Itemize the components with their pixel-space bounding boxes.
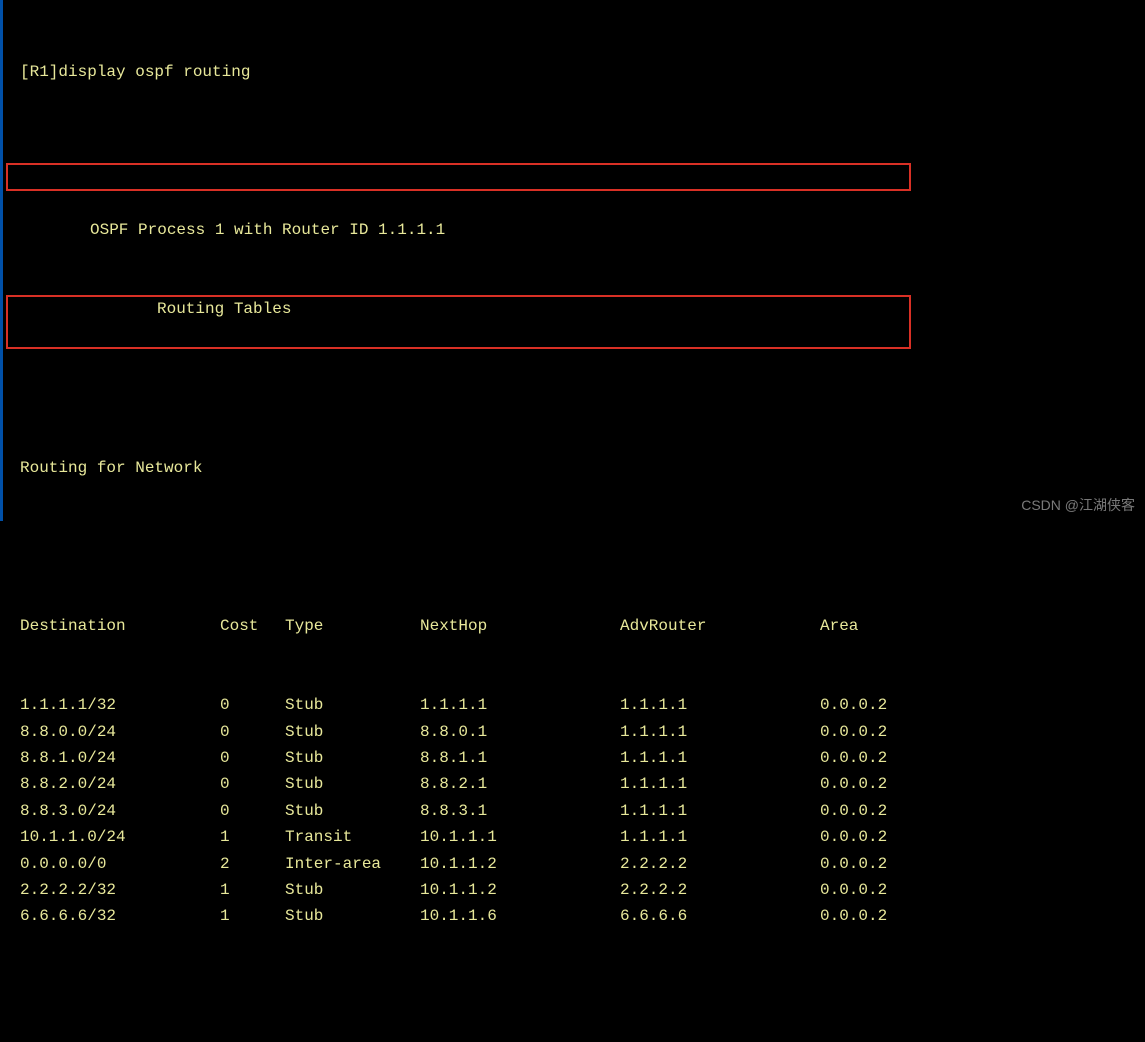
table-header-row: Destination Cost Type NextHop AdvRouter …: [20, 613, 1143, 639]
cell-advrouter: 1.1.1.1: [620, 824, 820, 850]
cell-destination: 8.8.2.0/24: [20, 771, 220, 797]
cell-nexthop: 10.1.1.2: [420, 851, 620, 877]
cell-advrouter: 1.1.1.1: [620, 745, 820, 771]
cell-nexthop: 10.1.1.6: [420, 903, 620, 929]
cell-nexthop: 1.1.1.1: [420, 692, 620, 718]
cell-area: 0.0.0.2: [820, 903, 960, 929]
cell-area: 0.0.0.2: [820, 851, 960, 877]
table-row: 8.8.3.0/240Stub8.8.3.11.1.1.10.0.0.2: [20, 798, 1143, 824]
cell-nexthop: 10.1.1.1: [420, 824, 620, 850]
table-row: 1.1.1.1/320Stub1.1.1.11.1.1.10.0.0.2: [20, 692, 1143, 718]
cell-type: Stub: [285, 877, 420, 903]
cell-cost: 0: [220, 745, 285, 771]
cell-destination: 1.1.1.1/32: [20, 692, 220, 718]
routing-table: Destination Cost Type NextHop AdvRouter …: [2, 560, 1143, 982]
col-header-cost: Cost: [220, 613, 285, 639]
cell-advrouter: 6.6.6.6: [620, 903, 820, 929]
cell-destination: 0.0.0.0/0: [20, 851, 220, 877]
col-header-nexthop: NextHop: [420, 613, 620, 639]
cell-type: Stub: [285, 692, 420, 718]
cell-advrouter: 1.1.1.1: [620, 771, 820, 797]
cell-type: Stub: [285, 798, 420, 824]
table-row: 10.1.1.0/241Transit10.1.1.11.1.1.10.0.0.…: [20, 824, 1143, 850]
cell-advrouter: 1.1.1.1: [620, 719, 820, 745]
col-header-type: Type: [285, 613, 420, 639]
cell-area: 0.0.0.2: [820, 877, 960, 903]
cell-advrouter: 2.2.2.2: [620, 877, 820, 903]
cell-cost: 0: [220, 798, 285, 824]
table-row: 0.0.0.0/02Inter-area10.1.1.22.2.2.20.0.0…: [20, 851, 1143, 877]
table-row: 8.8.1.0/240Stub8.8.1.11.1.1.10.0.0.2: [20, 745, 1143, 771]
cell-area: 0.0.0.2: [820, 824, 960, 850]
cell-destination: 8.8.0.0/24: [20, 719, 220, 745]
cell-type: Stub: [285, 771, 420, 797]
cell-cost: 2: [220, 851, 285, 877]
terminal-output[interactable]: [R1]display ospf routing OSPF Process 1 …: [0, 0, 1145, 1042]
cell-nexthop: 8.8.3.1: [420, 798, 620, 824]
cell-area: 0.0.0.2: [820, 745, 960, 771]
table-row: 6.6.6.6/321Stub10.1.1.66.6.6.60.0.0.2: [20, 903, 1143, 929]
cell-advrouter: 1.1.1.1: [620, 798, 820, 824]
table-row: 8.8.0.0/240Stub8.8.0.11.1.1.10.0.0.2: [20, 719, 1143, 745]
blank-line: [2, 375, 1143, 401]
blank-line: [2, 138, 1143, 164]
ospf-process-header: OSPF Process 1 with Router ID 1.1.1.1: [2, 217, 1143, 243]
cell-nexthop: 8.8.2.1: [420, 771, 620, 797]
cell-type: Stub: [285, 903, 420, 929]
routing-tables-header: Routing Tables: [2, 296, 1143, 322]
cell-type: Inter-area: [285, 851, 420, 877]
cell-cost: 1: [220, 903, 285, 929]
cell-advrouter: 2.2.2.2: [620, 851, 820, 877]
cell-cost: 0: [220, 771, 285, 797]
cell-area: 0.0.0.2: [820, 798, 960, 824]
cell-destination: 8.8.1.0/24: [20, 745, 220, 771]
command-line: [R1]display ospf routing: [2, 59, 1143, 85]
cell-area: 0.0.0.2: [820, 771, 960, 797]
section-title: Routing for Network: [2, 455, 1143, 481]
table-row: 8.8.2.0/240Stub8.8.2.11.1.1.10.0.0.2: [20, 771, 1143, 797]
cell-advrouter: 1.1.1.1: [620, 692, 820, 718]
cell-type: Stub: [285, 745, 420, 771]
cell-destination: 2.2.2.2/32: [20, 877, 220, 903]
col-header-destination: Destination: [20, 613, 220, 639]
col-header-area: Area: [820, 613, 960, 639]
cell-type: Stub: [285, 719, 420, 745]
cell-destination: 8.8.3.0/24: [20, 798, 220, 824]
cell-destination: 10.1.1.0/24: [20, 824, 220, 850]
cell-cost: 0: [220, 692, 285, 718]
cell-cost: 1: [220, 824, 285, 850]
cell-type: Transit: [285, 824, 420, 850]
cell-cost: 1: [220, 877, 285, 903]
col-header-advrouter: AdvRouter: [620, 613, 820, 639]
cell-area: 0.0.0.2: [820, 692, 960, 718]
table-row: 2.2.2.2/321Stub10.1.1.22.2.2.20.0.0.2: [20, 877, 1143, 903]
cell-nexthop: 8.8.0.1: [420, 719, 620, 745]
watermark-text: CSDN @江湖侠客: [1021, 495, 1135, 515]
cell-nexthop: 10.1.1.2: [420, 877, 620, 903]
cell-cost: 0: [220, 719, 285, 745]
cell-nexthop: 8.8.1.1: [420, 745, 620, 771]
cell-area: 0.0.0.2: [820, 719, 960, 745]
cell-destination: 6.6.6.6/32: [20, 903, 220, 929]
